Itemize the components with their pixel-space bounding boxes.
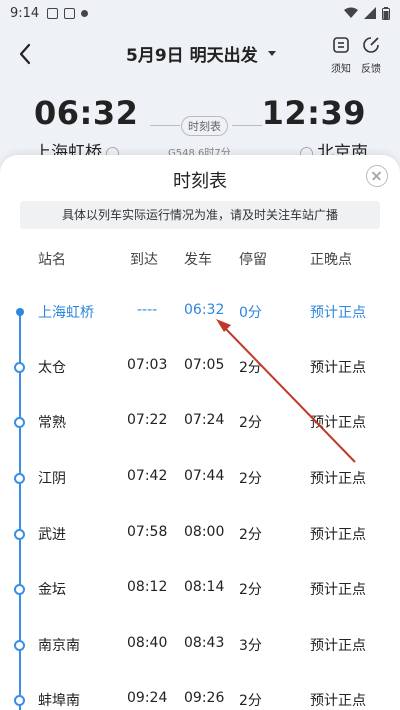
caret-down-icon xyxy=(267,51,276,56)
stop-duration: 0分 xyxy=(239,305,262,321)
on-time-status: 预计正点 xyxy=(310,415,366,431)
arrive-time: 07:22 xyxy=(127,412,168,428)
image-icon xyxy=(47,7,59,19)
station-name: 武进 xyxy=(38,527,66,543)
edit-icon xyxy=(363,37,379,53)
table-row: 金坛 08:12 08:14 2分 预计正点 xyxy=(0,579,400,601)
station-name: 常熟 xyxy=(38,415,66,431)
arrive-time: ---- xyxy=(137,302,158,318)
page-header: 5月9日 明天出发 须知 反馈 xyxy=(0,26,400,82)
page-title: 5月9日 明天出发 xyxy=(126,46,258,66)
stop-duration: 2分 xyxy=(239,693,262,709)
notice-label: 须知 xyxy=(331,64,351,75)
status-system-icons xyxy=(344,6,390,20)
arrive-time: 09:24 xyxy=(127,690,168,706)
arrival-time: 12:39 xyxy=(261,94,366,132)
schedule-chip[interactable]: 时刻表 xyxy=(181,116,228,136)
table-row: 蚌埠南 09:24 09:26 2分 预计正点 xyxy=(0,690,400,710)
signal-icon xyxy=(364,7,376,19)
stop-duration: 2分 xyxy=(239,471,262,487)
depart-time: 06:32 xyxy=(184,302,225,318)
on-time-status: 预计正点 xyxy=(310,471,366,487)
stop-duration: 3分 xyxy=(239,638,262,654)
col-header-stop: 停留 xyxy=(239,252,267,268)
station-name: 蚌埠南 xyxy=(38,693,80,709)
station-name: 江阴 xyxy=(38,471,66,487)
on-time-status: 预计正点 xyxy=(310,305,366,321)
arrive-time: 08:12 xyxy=(127,579,168,595)
on-time-status: 预计正点 xyxy=(310,693,366,709)
table-row: 常熟 07:22 07:24 2分 预计正点 xyxy=(0,412,400,434)
timeline-node xyxy=(14,417,25,428)
divider-right xyxy=(232,125,262,126)
station-name: 太仓 xyxy=(38,360,66,376)
timeline-node-current xyxy=(16,308,24,316)
col-header-arrive: 到达 xyxy=(130,252,158,268)
stop-duration: 2分 xyxy=(239,360,262,376)
stop-duration: 2分 xyxy=(239,582,262,598)
timeline-node xyxy=(14,695,25,706)
departure-time: 06:32 xyxy=(34,94,139,132)
table-row: 太仓 07:03 07:05 2分 预计正点 xyxy=(0,357,400,379)
trip-summary: 06:32 12:39 时刻表 G548 6时7分 上海虹桥 北京南 xyxy=(0,82,400,163)
depart-time: 07:05 xyxy=(184,357,225,373)
arrive-time: 07:42 xyxy=(127,468,168,484)
date-selector[interactable]: 5月9日 明天出发 xyxy=(126,41,276,66)
battery-icon xyxy=(382,6,390,20)
sheet-title: 时刻表 xyxy=(173,171,227,192)
depart-time: 08:00 xyxy=(184,524,225,540)
table-row: 武进 07:58 08:00 2分 预计正点 xyxy=(0,524,400,546)
dot-icon xyxy=(81,9,89,17)
timeline-node xyxy=(14,584,25,595)
depart-time: 07:24 xyxy=(184,412,225,428)
station-name: 南京南 xyxy=(38,638,80,654)
timeline-node xyxy=(14,529,25,540)
table-row: 上海虹桥 ---- 06:32 0分 预计正点 xyxy=(0,302,400,324)
timeline-node xyxy=(14,362,25,373)
status-notification-icons xyxy=(47,7,89,19)
on-time-status: 预计正点 xyxy=(310,360,366,376)
stop-duration: 2分 xyxy=(239,415,262,431)
depart-time: 08:43 xyxy=(184,635,225,651)
notice-button[interactable]: 须知 xyxy=(326,36,356,75)
on-time-status: 预计正点 xyxy=(310,582,366,598)
schedule-notice: 具体以列车实际运行情况为准，请及时关注车站广播 xyxy=(20,201,380,229)
notice-icon xyxy=(333,37,349,53)
station-name: 金坛 xyxy=(38,582,66,598)
table-row: 南京南 08:40 08:43 3分 预计正点 xyxy=(0,635,400,657)
arrive-time: 07:03 xyxy=(127,357,168,373)
timeline-node xyxy=(14,640,25,651)
table-row: 江阴 07:42 07:44 2分 预计正点 xyxy=(0,468,400,490)
col-header-station: 站名 xyxy=(38,252,66,268)
back-arrow-icon[interactable] xyxy=(14,42,38,66)
timeline-node xyxy=(14,473,25,484)
status-bar: 9:14 xyxy=(0,0,400,26)
on-time-status: 预计正点 xyxy=(310,527,366,543)
depart-time: 09:26 xyxy=(184,690,225,706)
depart-time: 07:44 xyxy=(184,468,225,484)
on-time-status: 预计正点 xyxy=(310,638,366,654)
arrive-time: 07:58 xyxy=(127,524,168,540)
feedback-button[interactable]: 反馈 xyxy=(356,36,386,75)
col-header-status: 正晚点 xyxy=(310,252,352,268)
status-time: 9:14 xyxy=(10,5,40,21)
wifi-icon xyxy=(344,7,358,18)
divider-left xyxy=(150,125,180,126)
arrive-time: 08:40 xyxy=(127,635,168,651)
close-icon[interactable] xyxy=(366,165,388,187)
table-header: 站名 到达 发车 停留 正晚点 xyxy=(0,249,400,269)
app-icon xyxy=(64,7,76,19)
stop-duration: 2分 xyxy=(239,527,262,543)
station-name: 上海虹桥 xyxy=(38,305,94,321)
depart-time: 08:14 xyxy=(184,579,225,595)
feedback-label: 反馈 xyxy=(361,64,381,75)
schedule-sheet: 时刻表 具体以列车实际运行情况为准，请及时关注车站广播 站名 到达 发车 停留 … xyxy=(0,155,400,710)
col-header-depart: 发车 xyxy=(184,252,212,268)
